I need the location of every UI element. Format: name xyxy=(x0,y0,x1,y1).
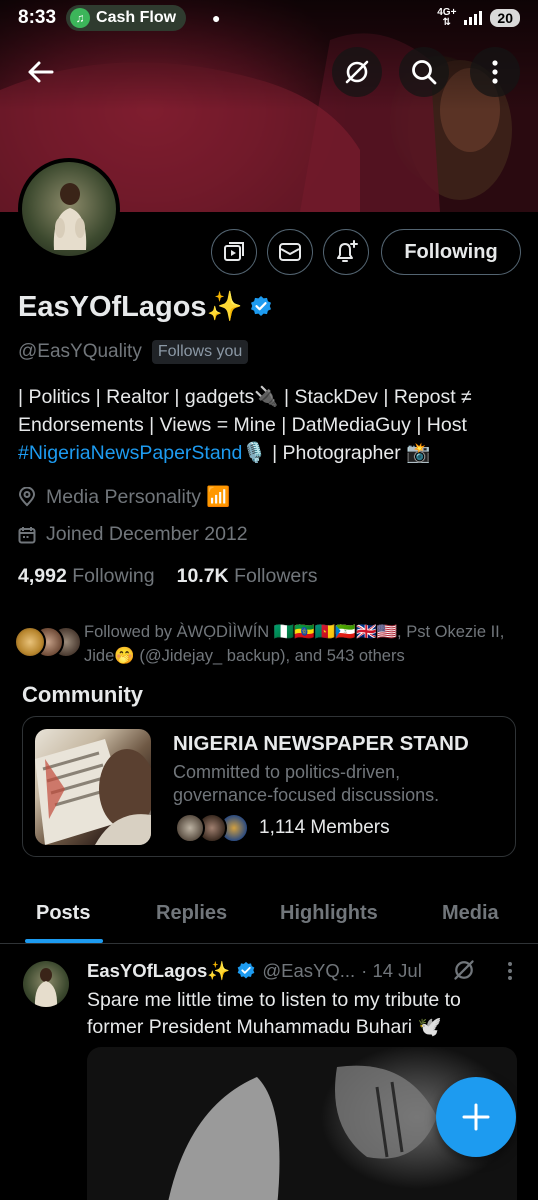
following-stat[interactable]: 4,992 Following xyxy=(18,565,155,588)
grok-icon[interactable] xyxy=(452,958,476,982)
bio-line: Endorsements | Views = Mine | DatMediaGu… xyxy=(18,414,467,436)
tab-replies[interactable]: Replies xyxy=(156,902,227,925)
status-bar: 8:33 ♫ Cash Flow ● 4G+ ⇅ 20 xyxy=(0,0,538,36)
profile-handle: @EasYQuality xyxy=(18,341,142,362)
music-icon: ♫ xyxy=(70,8,91,28)
compose-plus-icon xyxy=(462,1103,490,1131)
member-avatars xyxy=(175,813,249,843)
community-members: 1,114 Members xyxy=(175,813,390,843)
follow-stats: 4,992 Following 10.7K Followers xyxy=(18,565,318,588)
more-vertical-icon[interactable] xyxy=(506,961,514,981)
profile-category-row: Media Personality 📶 xyxy=(18,485,231,509)
tab-posts[interactable]: Posts xyxy=(36,902,90,925)
back-button[interactable] xyxy=(20,52,60,92)
followed-by[interactable]: Followed by ÀWỌDÌÌWÍN 🇳🇬🇪🇹🇨🇲🇬🇶🇬🇧🇺🇸, Pst … xyxy=(14,620,526,668)
handle-row: @EasYQuality Follows you xyxy=(18,340,249,364)
newspaper-photo xyxy=(35,739,151,845)
followers-count: 10.7K xyxy=(176,565,229,587)
following-count: 4,992 xyxy=(18,565,67,587)
now-playing-pill[interactable]: ♫ Cash Flow xyxy=(66,5,187,31)
members-count: 1,114 Members xyxy=(259,817,390,838)
bio-hashtag-link[interactable]: #NigeriaNewsPaperStand xyxy=(18,442,242,464)
following-label: Following xyxy=(72,565,155,587)
display-name-text: EasYOfLagos✨ xyxy=(18,291,243,323)
bio-line: #NigeriaNewsPaperStand🎙️ | Photographer … xyxy=(18,439,523,467)
followed-by-text: Followed by ÀWỌDÌÌWÍN 🇳🇬🇪🇹🇨🇲🇬🇶🇬🇧🇺🇸, Pst … xyxy=(84,623,505,665)
post-text: Spare me little time to listen to my tri… xyxy=(87,989,461,1038)
profile-tabs: Posts Replies Highlights Media xyxy=(0,880,538,944)
community-description: Committed to politics-driven, governance… xyxy=(173,762,440,805)
community-name: NIGERIA NEWSPAPER STAND xyxy=(173,732,469,755)
message-button[interactable] xyxy=(267,229,313,275)
post-header: EasYOfLagos✨ @EasYQ... · 14 Jul xyxy=(87,960,422,982)
compose-button[interactable] xyxy=(436,1077,516,1157)
tab-highlights[interactable]: Highlights xyxy=(280,902,378,925)
profile-avatar[interactable] xyxy=(18,158,120,260)
followed-by-avatars xyxy=(14,626,84,666)
post-author-avatar[interactable] xyxy=(23,961,69,1007)
mail-icon xyxy=(279,243,301,261)
notifications-button[interactable] xyxy=(323,229,369,275)
bell-plus-icon xyxy=(337,240,358,262)
active-tab-indicator xyxy=(25,939,103,943)
verified-icon[interactable] xyxy=(249,295,273,319)
following-button[interactable]: Following xyxy=(381,229,521,275)
followers-stat[interactable]: 10.7K Followers xyxy=(177,565,318,588)
profile-category: Media Personality 📶 xyxy=(46,486,231,508)
media-button[interactable] xyxy=(211,229,257,275)
joined-date: Joined December 2012 xyxy=(46,523,248,545)
more-button[interactable] xyxy=(470,47,520,97)
grok-button[interactable] xyxy=(332,47,382,97)
now-playing-label: Cash Flow xyxy=(96,9,177,26)
avatar-photo xyxy=(53,183,87,250)
signal-icon xyxy=(464,11,483,25)
avatar xyxy=(175,813,205,843)
profile-bio: | Politics | Realtor | gadgets🔌 | StackD… xyxy=(18,383,523,467)
community-card[interactable]: NIGERIA NEWSPAPER STAND Committed to pol… xyxy=(22,716,516,857)
network-label: 4G+ xyxy=(437,7,457,18)
post-date: · 14 Jul xyxy=(361,960,422,981)
followers-label: Followers xyxy=(234,565,318,587)
back-arrow-icon xyxy=(28,61,54,83)
media-icon xyxy=(224,242,244,261)
more-vertical-icon xyxy=(492,60,498,84)
status-time: 8:33 xyxy=(18,7,57,28)
post-item[interactable]: EasYOfLagos✨ @EasYQ... · 14 Jul Spare me… xyxy=(0,945,538,1200)
calendar-icon xyxy=(18,526,36,543)
post-author-handle: @EasYQ... xyxy=(262,960,356,981)
search-button[interactable] xyxy=(399,47,449,97)
post-author-name[interactable]: EasYOfLagos✨ xyxy=(87,960,230,982)
community-image xyxy=(35,729,151,845)
community-section-title: Community xyxy=(22,682,143,707)
avatar-photo xyxy=(34,968,58,1007)
verified-icon xyxy=(237,961,255,979)
network-type: 4G+ ⇅ xyxy=(437,7,457,28)
avatar xyxy=(14,626,46,658)
notification-dot: ● xyxy=(212,10,221,26)
bio-line: | Politics | Realtor | gadgets🔌 | StackD… xyxy=(18,386,472,408)
battery-indicator: 20 xyxy=(490,9,520,27)
search-icon xyxy=(412,60,437,85)
joined-row: Joined December 2012 xyxy=(18,523,248,546)
location-icon xyxy=(18,487,36,507)
follows-you-badge: Follows you xyxy=(151,340,249,364)
bio-line-rest: 🎙️ | Photographer 📸 xyxy=(242,442,431,464)
display-name: EasYOfLagos✨ xyxy=(18,290,273,324)
tab-media[interactable]: Media xyxy=(442,902,499,925)
grok-icon xyxy=(345,60,369,84)
